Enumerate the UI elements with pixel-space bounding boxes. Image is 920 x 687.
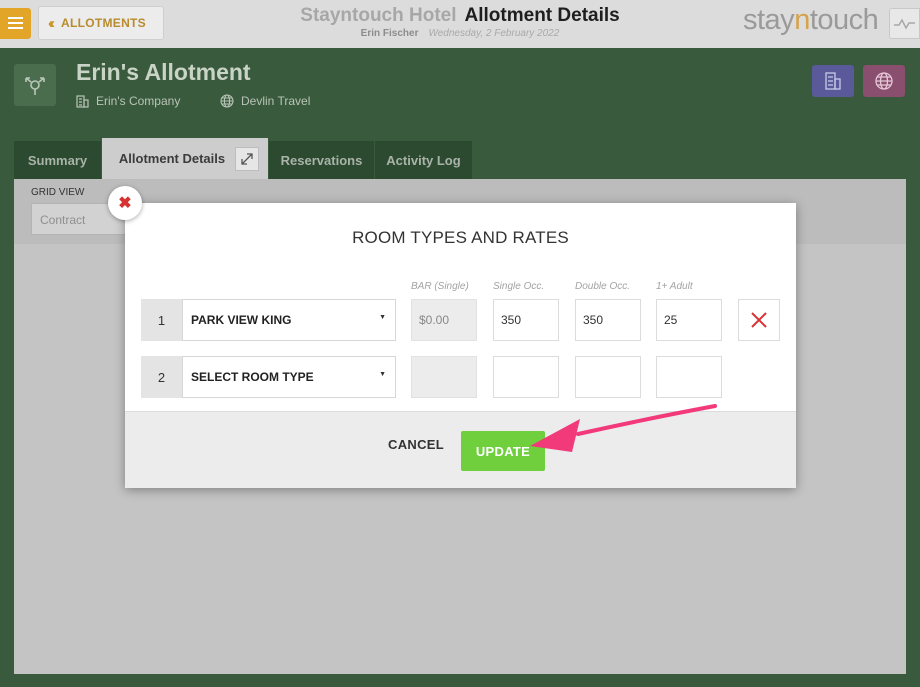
annotation-arrow bbox=[530, 404, 717, 452]
